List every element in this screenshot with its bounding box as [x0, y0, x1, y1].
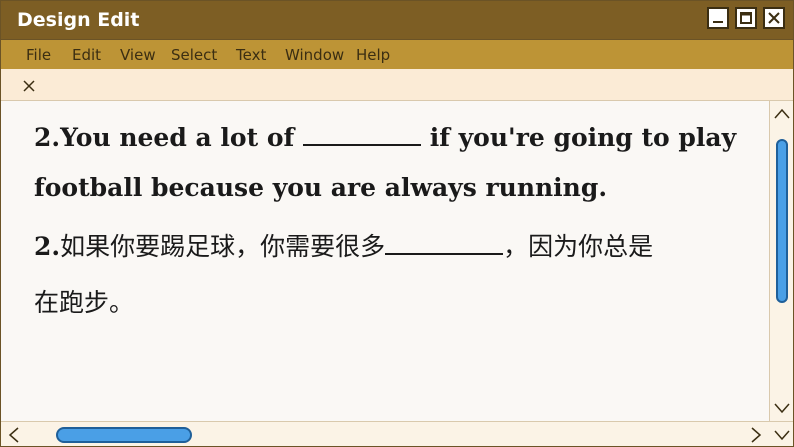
horizontal-scroll-thumb[interactable] — [56, 427, 192, 443]
minimize-button[interactable] — [707, 7, 729, 29]
minimize-icon — [713, 21, 723, 23]
chevron-down-icon[interactable] — [773, 428, 791, 442]
title-bar[interactable]: Design Edit — [1, 1, 793, 39]
menu-view[interactable]: View — [120, 46, 156, 64]
document-line-2: football because you are always running. — [34, 173, 608, 202]
line-3-start: 如果你要踢足球，你需要很多 — [60, 232, 386, 261]
answer-blank-english[interactable] — [302, 119, 421, 146]
line-1-start: 2.You need a lot of — [34, 123, 295, 152]
line-3-end: ，因为你总是 — [503, 232, 654, 261]
window-title: Design Edit — [17, 9, 140, 31]
menu-text[interactable]: Text — [236, 46, 266, 64]
tab-bar — [1, 69, 793, 101]
chevron-right-icon[interactable] — [749, 426, 763, 444]
maximize-button[interactable] — [735, 7, 757, 29]
answer-blank-chinese[interactable] — [385, 228, 504, 255]
menu-window[interactable]: Window — [285, 46, 344, 64]
horizontal-scrollbar[interactable] — [1, 421, 793, 446]
line-3-number: 2. — [34, 232, 61, 261]
close-button[interactable] — [763, 7, 785, 29]
document-line-4: 在跑步。 — [34, 288, 135, 317]
maximize-icon — [740, 12, 752, 24]
menu-select[interactable]: Select — [171, 46, 217, 64]
chevron-up-icon[interactable] — [773, 107, 791, 121]
vertical-scrollbar[interactable] — [769, 101, 793, 421]
chevron-left-icon[interactable] — [7, 426, 21, 444]
menu-help[interactable]: Help — [356, 46, 390, 64]
document-line-1: 2.You need a lot of if you're going to p… — [34, 119, 736, 152]
chevron-down-icon[interactable] — [773, 401, 791, 415]
app-window: Design Edit File Edit View Select Text W… — [0, 0, 794, 447]
menu-edit[interactable]: Edit — [72, 46, 101, 64]
line-1-end: if you're going to play — [429, 123, 737, 152]
document-canvas[interactable]: 2.You need a lot of if you're going to p… — [1, 101, 769, 421]
menu-file[interactable]: File — [26, 46, 51, 64]
menu-bar: File Edit View Select Text Window Help — [1, 39, 793, 69]
document-line-3: 2.如果你要踢足球，你需要很多 ，因为你总是 — [34, 227, 653, 263]
close-icon — [768, 12, 780, 24]
vertical-scroll-thumb[interactable] — [776, 139, 788, 303]
tab-close-icon[interactable] — [21, 78, 37, 94]
